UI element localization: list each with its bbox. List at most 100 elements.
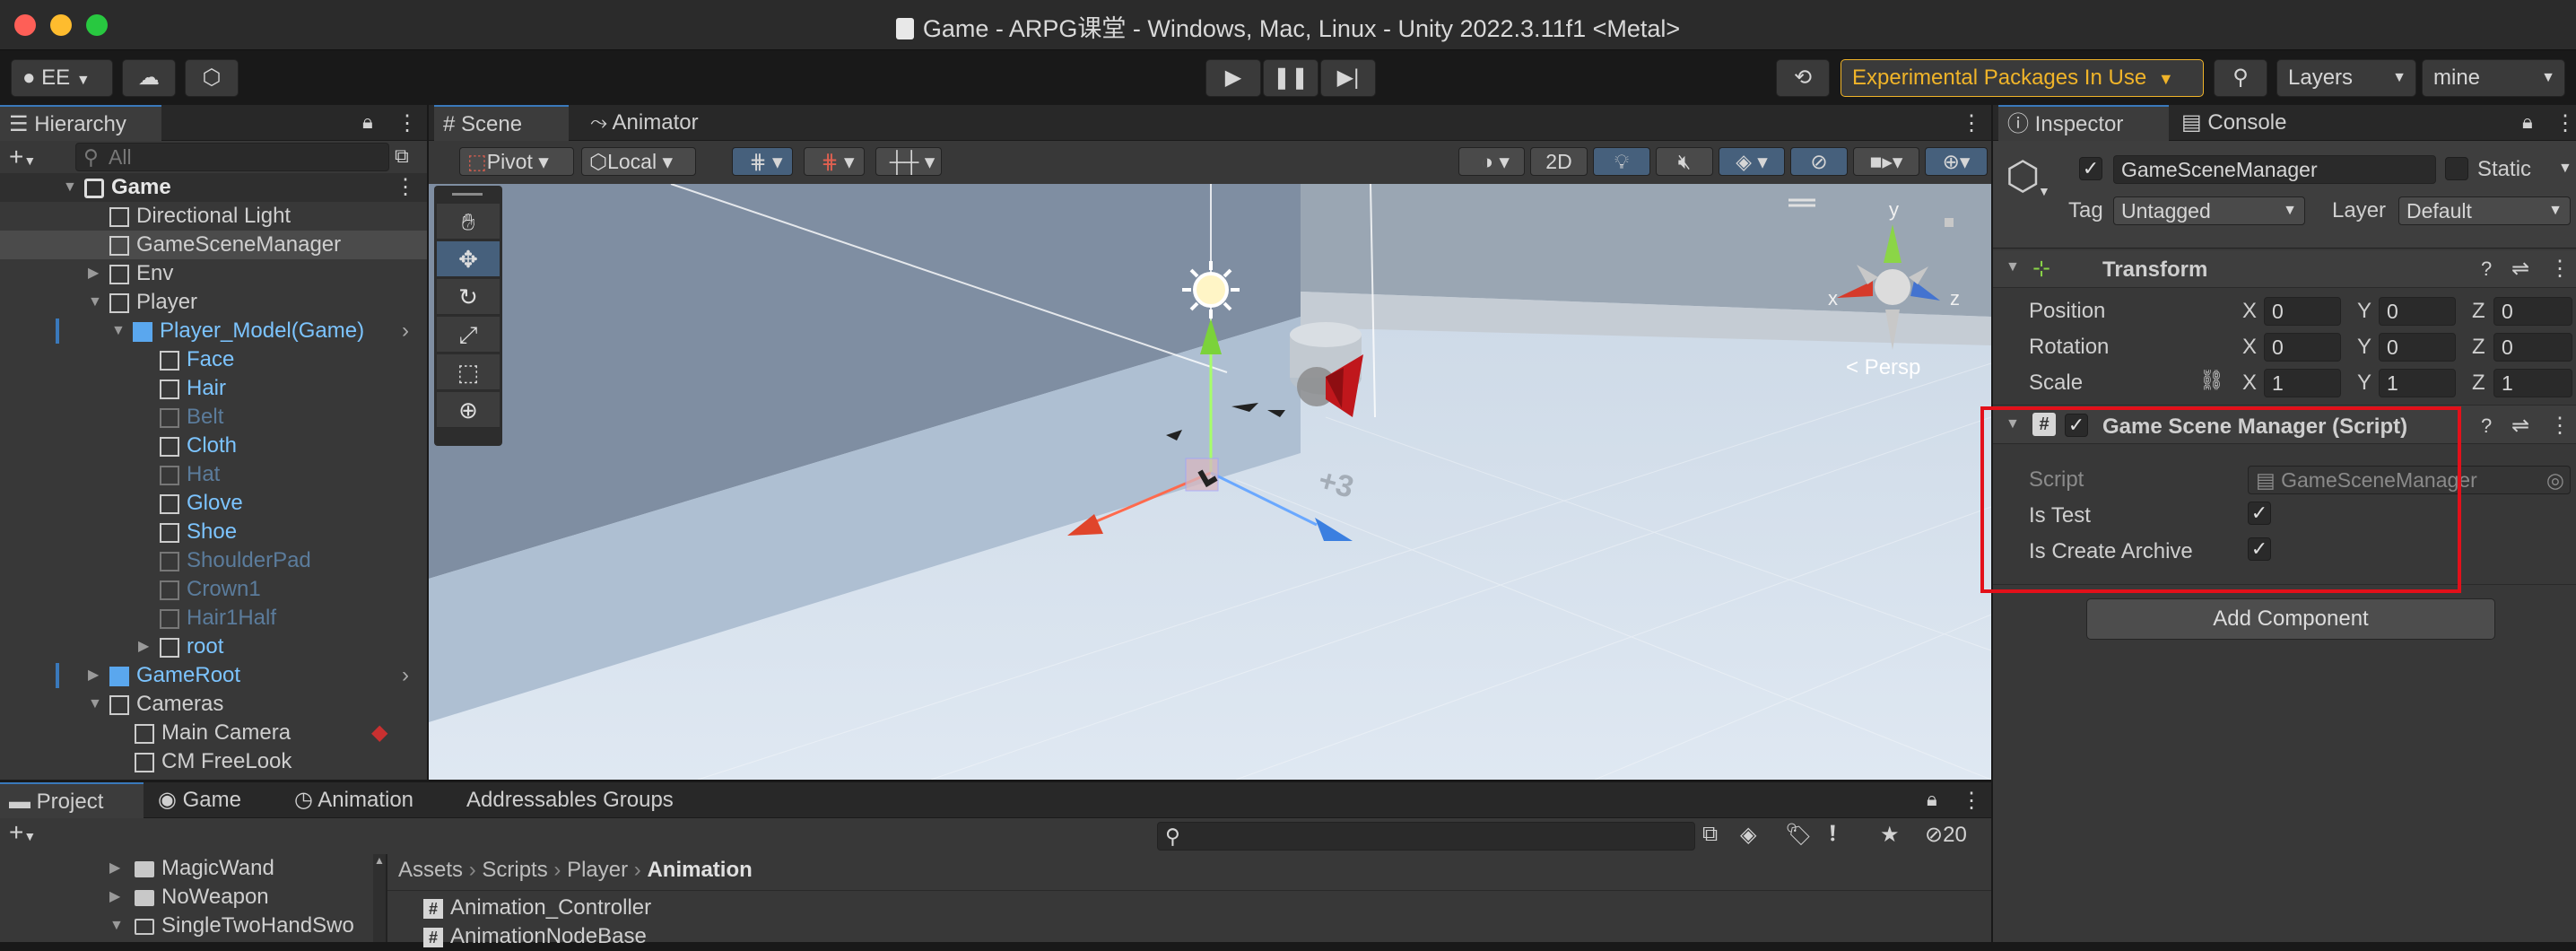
kebab-menu-icon[interactable]: ⋮ [396, 110, 418, 136]
object-name-input[interactable]: GameSceneManager [2113, 155, 2436, 184]
constrain-proportions-icon[interactable]: ⛓︎ [2199, 369, 2224, 392]
palette-grip[interactable] [452, 193, 483, 196]
account-dropdown[interactable]: ● EE ▼ [11, 59, 113, 97]
active-checkbox[interactable]: ✓ [2079, 157, 2102, 180]
expand-arrow-icon[interactable]: ▼ [88, 288, 102, 317]
lock-icon[interactable]: 🔒︎ [362, 110, 373, 134]
audio-icon[interactable]: 🔇︎ [1656, 147, 1713, 176]
warning-icon[interactable]: ❗︎ [1830, 822, 1836, 847]
kebab-menu-icon[interactable]: ⋮ [2549, 413, 2571, 439]
pivot-dropdown[interactable]: ⬚Pivot ▾ [459, 147, 574, 176]
breadcrumb-assets[interactable]: Assets [398, 858, 463, 882]
expand-arrow-icon[interactable]: ▶ [109, 883, 120, 912]
chevron-down-icon[interactable]: ▼ [2038, 184, 2050, 198]
ruler-button[interactable]: ┼┼ ▾ [875, 147, 942, 176]
file-item[interactable]: # Animation_Controller [423, 894, 651, 922]
layout-dropdown[interactable]: mine ▼ [2422, 59, 2565, 97]
tab-inspector[interactable]: ⓘ Inspector [1998, 105, 2169, 141]
hidden-count[interactable]: ⊘20 [1925, 822, 1967, 848]
scene-viewport[interactable]: +3 x z y < Persp ✋︎ ✥ ↻ ⤢ ⬚ ⊕ [429, 184, 1991, 780]
scene-row[interactable]: ▼ Game ⋮ [0, 173, 427, 202]
experimental-packages-button[interactable]: Experimental Packages In Use ▼ [1841, 59, 2204, 97]
collab-icon[interactable]: ⬡ [185, 59, 239, 97]
lock-icon[interactable]: 🔒︎ [2522, 110, 2533, 134]
hierarchy-item-selected[interactable]: GameSceneManager [0, 231, 427, 259]
expand-arrow-icon[interactable]: ▶ [109, 854, 120, 883]
hierarchy-item[interactable]: Main Camera ◆ [0, 719, 427, 747]
object-picker-icon[interactable]: ◎ [2546, 467, 2564, 493]
add-icon[interactable]: +▼ [9, 818, 36, 847]
tab-project[interactable]: ▬ Project [0, 782, 144, 818]
pause-button[interactable]: ❚❚ [1263, 59, 1318, 97]
rotate-tool-icon[interactable]: ↻ [437, 279, 500, 315]
visibility-icon[interactable]: ⊘ [1790, 147, 1848, 176]
hand-tool-icon[interactable]: ✋︎ [437, 204, 500, 240]
help-icon[interactable]: ? [2481, 257, 2492, 281]
hierarchy-search-input[interactable]: ⚲ All [75, 143, 389, 171]
move-tool-icon[interactable]: ✥ [437, 241, 500, 277]
filter-type-icon[interactable]: ◈ [1740, 822, 1756, 848]
expand-arrow-icon[interactable]: ▶ [138, 633, 149, 661]
tab-scene[interactable]: # Scene [434, 105, 569, 141]
chevron-right-icon[interactable]: › [402, 317, 409, 345]
expand-arrow-icon[interactable]: ▶ [88, 661, 99, 690]
tag-dropdown[interactable]: Untagged ▼ [2113, 196, 2305, 225]
tab-hierarchy[interactable]: ☰ Hierarchy [0, 105, 161, 141]
layer-dropdown[interactable]: Default ▼ [2398, 196, 2571, 225]
play-button[interactable]: ▶ [1205, 59, 1261, 97]
rotation-z-field[interactable]: 0 [2493, 333, 2572, 362]
transform-tool-icon[interactable]: ⊕ [437, 392, 500, 428]
help-icon[interactable]: ? [2481, 414, 2492, 438]
expand-arrow-icon[interactable]: ▼ [109, 912, 124, 940]
tab-animator[interactable]: ⤳ Animator [581, 105, 725, 141]
lock-icon[interactable]: 🔒︎ [1927, 788, 1937, 811]
expand-arrow-icon[interactable]: ▶ [88, 259, 99, 288]
position-z-field[interactable]: 0 [2493, 297, 2572, 326]
grid-snap-button[interactable]: ⋕ ▾ [732, 147, 793, 176]
file-item[interactable]: # AnimationNodeBase [423, 922, 647, 951]
persp-label[interactable]: < Persp [1846, 355, 1920, 380]
expand-arrow-icon[interactable]: ▼ [2006, 259, 2020, 275]
shading-mode-button[interactable]: ◑ ▾ [1458, 147, 1525, 176]
tab-addressables[interactable]: Addressables Groups [457, 782, 700, 818]
expand-arrow-icon[interactable]: ▼ [111, 317, 126, 345]
lighting-icon[interactable]: 💡︎ [1593, 147, 1650, 176]
add-component-button[interactable]: Add Component [2086, 598, 2495, 640]
tab-animation[interactable]: ◷ Animation [285, 782, 447, 818]
kebab-menu-icon[interactable]: ⋮ [395, 173, 416, 202]
search-by-type-icon[interactable]: ⧉ [1702, 822, 1718, 847]
camera-settings-icon[interactable]: ■▸▾ [1853, 147, 1919, 176]
rect-tool-icon[interactable]: ⬚ [437, 354, 500, 390]
increment-snap-button[interactable]: ⋕ ▾ [804, 147, 865, 176]
breadcrumb-animation[interactable]: Animation [647, 858, 752, 882]
scale-z-field[interactable]: 1 [2493, 369, 2572, 397]
chevron-right-icon[interactable]: › [402, 661, 409, 690]
transform-header[interactable]: ▼ ⊹ Transform ? ⇌ ⋮ [1993, 250, 2576, 288]
folder-tree-scrollbar[interactable]: ▲ [373, 854, 386, 942]
scale-y-field[interactable]: 1 [2379, 369, 2456, 397]
hierarchy-item[interactable]: ▼ Player_Model(Game) › [0, 317, 427, 345]
kebab-menu-icon[interactable]: ⋮ [2554, 110, 2576, 136]
step-button[interactable]: ▶| [1320, 59, 1376, 97]
hierarchy-item[interactable]: ▶ GameRoot › [0, 661, 427, 690]
static-checkbox[interactable] [2445, 157, 2468, 180]
kebab-menu-icon[interactable]: ⋮ [1961, 110, 1982, 136]
rotation-y-field[interactable]: 0 [2379, 333, 2456, 362]
expand-arrow-icon[interactable]: ▼ [88, 690, 102, 719]
scale-tool-icon[interactable]: ⤢ [437, 317, 500, 353]
tab-console[interactable]: ▤ Console [2172, 105, 2343, 141]
favorite-star-icon[interactable]: ★ [1880, 822, 1900, 848]
gizmos-icon[interactable]: ⊕▾ [1925, 147, 1988, 176]
project-search-input[interactable]: ⚲ [1157, 822, 1695, 851]
breadcrumb-player[interactable]: Player [567, 858, 628, 882]
position-x-field[interactable]: 0 [2264, 297, 2341, 326]
add-icon[interactable]: +▼ [9, 143, 36, 171]
cloud-icon[interactable]: ☁ [122, 59, 176, 97]
kebab-menu-icon[interactable]: ⋮ [2549, 256, 2571, 282]
expand-arrow-icon[interactable]: ▼ [63, 173, 77, 202]
rotation-x-field[interactable]: 0 [2264, 333, 2341, 362]
local-dropdown[interactable]: ⬡Local ▾ [581, 147, 696, 176]
undo-history-icon[interactable]: ⟲ [1776, 59, 1830, 97]
search-icon[interactable]: ⚲ [2214, 59, 2267, 97]
layers-dropdown[interactable]: Layers ▼ [2276, 59, 2416, 97]
